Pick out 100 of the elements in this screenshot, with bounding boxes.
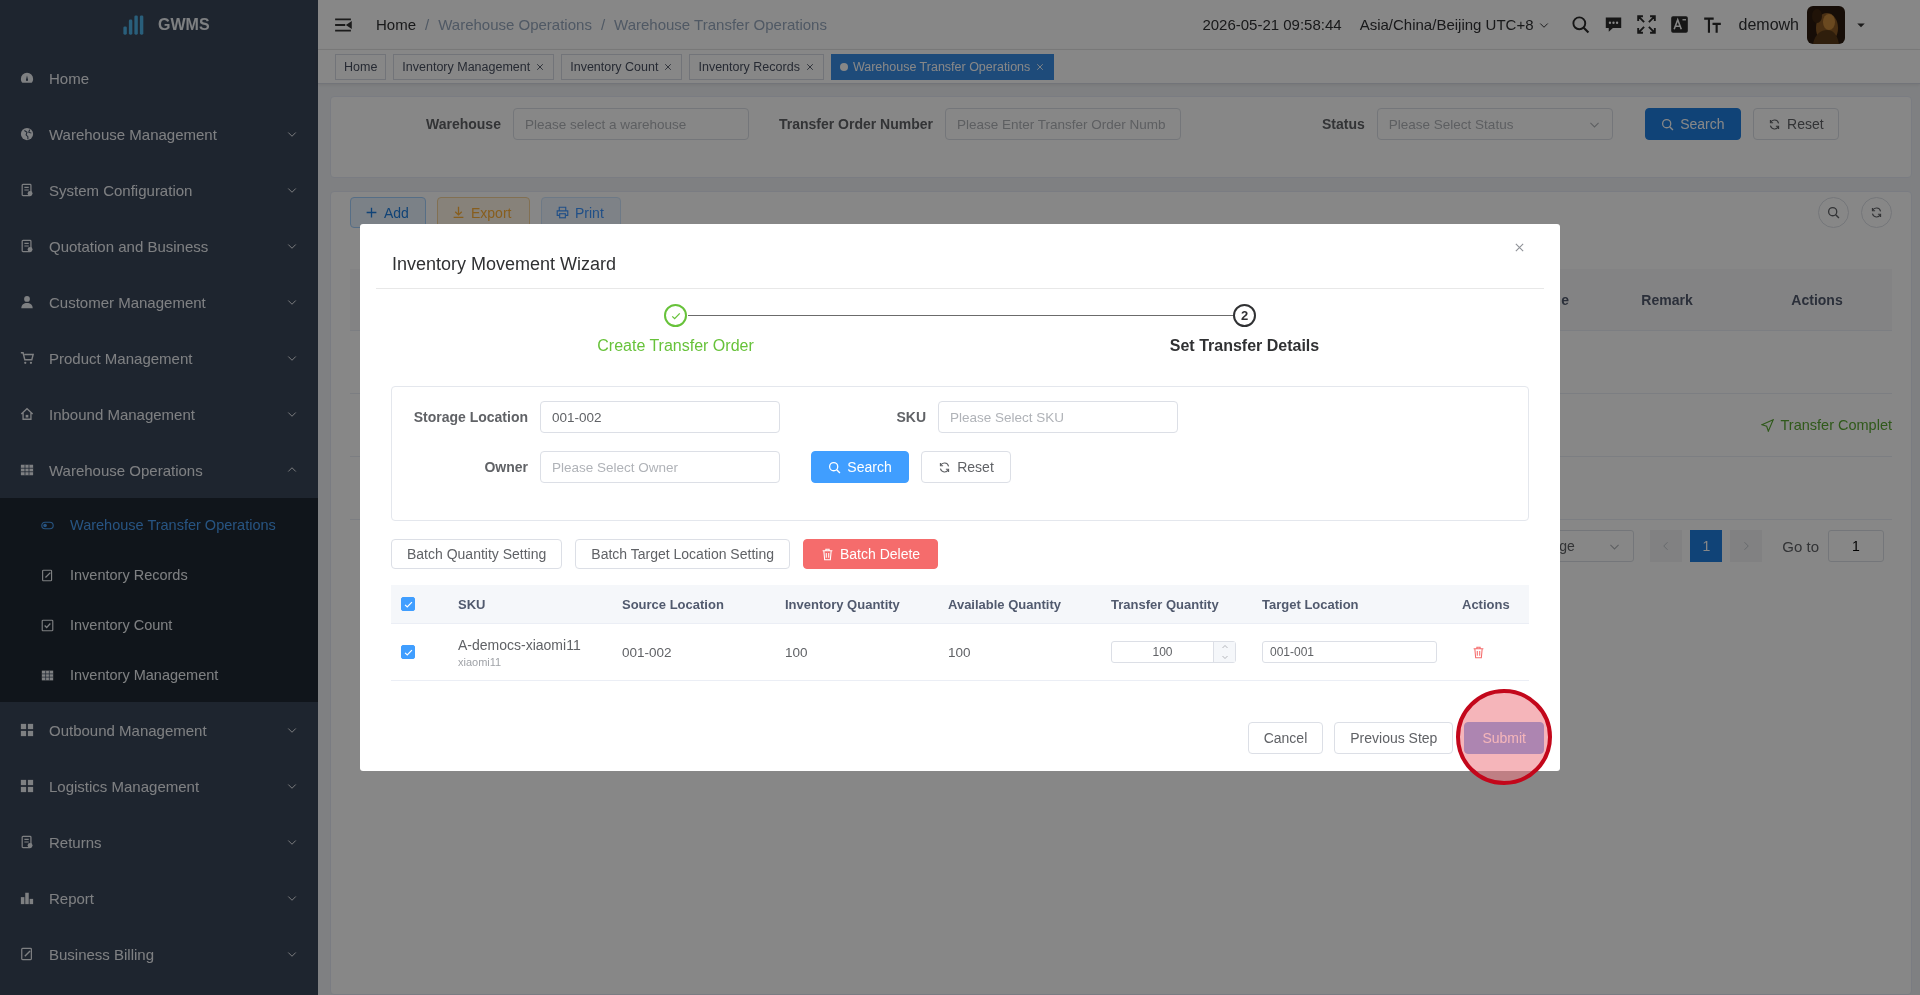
sidebar-item[interactable]: Business Billing xyxy=(0,926,318,982)
app-logo-text: GWMS xyxy=(158,16,210,34)
chat-icon[interactable] xyxy=(1603,15,1623,34)
field-label: Owner xyxy=(483,459,528,475)
document-icon xyxy=(20,183,34,197)
page-tab[interactable]: Home xyxy=(335,53,387,80)
close-icon[interactable] xyxy=(535,61,546,72)
user-name[interactable]: demowh xyxy=(1738,15,1799,34)
sidebar-item-label: System Configuration xyxy=(49,181,194,199)
sidebar-item[interactable]: Warehouse Operations xyxy=(0,442,318,498)
input-field[interactable]: Please Select Owner xyxy=(540,451,780,483)
sidebar-item[interactable]: Quotation and Business xyxy=(0,218,318,274)
edit-icon xyxy=(20,947,34,961)
submenu-item-label: Warehouse Transfer Operations xyxy=(70,517,276,533)
trash-icon xyxy=(820,547,834,561)
step-number: 2 xyxy=(1233,304,1256,327)
sidebar-item[interactable]: Report xyxy=(0,870,318,926)
checkbox[interactable] xyxy=(401,645,415,659)
refresh-icon xyxy=(938,460,952,474)
globe-icon xyxy=(20,127,34,141)
page-number[interactable]: 1 xyxy=(1690,530,1723,562)
search-icon[interactable] xyxy=(1570,15,1590,34)
field-label: SKU xyxy=(895,409,926,425)
page-tab[interactable]: Inventory Management xyxy=(393,53,555,80)
dialog-title: Inventory Movement Wizard xyxy=(392,253,617,276)
house-icon xyxy=(20,407,34,421)
printer-icon xyxy=(556,206,569,219)
table-cell-text: 100 xyxy=(784,644,809,660)
table-cell-text: 100 xyxy=(947,644,972,660)
submenu-item[interactable]: Warehouse Transfer Operations xyxy=(0,500,318,550)
refresh-icon xyxy=(1870,206,1883,219)
batch-button[interactable]: Batch Target Location Setting xyxy=(575,539,790,569)
submenu-item[interactable]: Inventory Count xyxy=(0,600,318,650)
timezone-dropdown[interactable]: Asia/China/Beijing UTC+8 xyxy=(1359,16,1550,33)
send-icon xyxy=(1760,418,1774,432)
checkbox[interactable] xyxy=(401,597,415,611)
column-header: Actions xyxy=(1791,291,1843,308)
reset-button[interactable]: Reset xyxy=(921,451,1011,483)
dialog-button[interactable]: Previous Step xyxy=(1334,722,1454,754)
submenu-item-label: Inventory Count xyxy=(70,617,173,633)
logo-icon xyxy=(122,14,144,36)
sidebar-item-label: Product Management xyxy=(49,349,194,367)
close-icon[interactable] xyxy=(1035,61,1046,72)
refresh-icon xyxy=(1768,117,1781,131)
column-header: Remark xyxy=(1641,291,1693,308)
refresh-button[interactable] xyxy=(1861,197,1892,228)
submenu-item[interactable]: Inventory Management xyxy=(0,650,318,700)
sidebar-item-label: Report xyxy=(49,889,96,907)
page-tab[interactable]: Warehouse Transfer Operations xyxy=(830,53,1055,80)
column-header: Source Location xyxy=(621,596,725,612)
sidebar-item[interactable]: Outbound Management xyxy=(0,702,318,758)
cart-icon xyxy=(20,351,34,365)
search-button[interactable]: Search xyxy=(811,451,909,483)
sidebar-item-label: Logistics Management xyxy=(49,777,201,795)
input-field[interactable]: 001-002 xyxy=(540,401,780,433)
sidebar-item-label: Warehouse Operations xyxy=(49,461,204,479)
page-input[interactable]: 1 xyxy=(1828,530,1884,562)
grid-icon xyxy=(20,723,34,737)
menu-icon[interactable] xyxy=(334,15,352,34)
close-icon[interactable] xyxy=(663,61,674,72)
search-button[interactable] xyxy=(1818,197,1849,228)
page-tab[interactable]: Inventory Records xyxy=(689,53,824,80)
sidebar-item[interactable]: Home xyxy=(0,50,318,106)
dashboard-icon xyxy=(20,71,34,85)
font-size-icon[interactable] xyxy=(1702,15,1722,34)
sidebar-item[interactable]: System Configuration xyxy=(0,162,318,218)
sidebar-item[interactable]: Customer Management xyxy=(0,274,318,330)
dot-icon xyxy=(839,62,848,71)
input-field[interactable]: 001-001 xyxy=(1262,641,1437,663)
field-label: Warehouse xyxy=(426,116,501,132)
translate-icon[interactable] xyxy=(1669,15,1689,34)
sidebar-item[interactable]: Inbound Management xyxy=(0,386,318,442)
user-icon xyxy=(20,295,34,309)
page-tab[interactable]: Inventory Count xyxy=(561,53,683,80)
search-button[interactable]: Search xyxy=(1644,108,1741,140)
reset-button[interactable]: Reset xyxy=(1752,108,1839,140)
breadcrumb-separator: / xyxy=(600,16,606,33)
column-header: Actions xyxy=(1461,596,1511,612)
fullscreen-icon[interactable] xyxy=(1636,15,1656,34)
sidebar-item[interactable]: Returns xyxy=(0,814,318,870)
delete-icon[interactable] xyxy=(1472,645,1485,659)
batch-delete-button[interactable]: Batch Delete xyxy=(802,539,939,569)
dialog-button[interactable]: Cancel xyxy=(1247,722,1324,754)
close-icon[interactable] xyxy=(804,61,815,72)
submenu-item-label: Inventory Records xyxy=(70,567,188,583)
transfer-complete-link[interactable]: Transfer Complet xyxy=(1760,417,1892,433)
sidebar-item[interactable]: Warehouse Management xyxy=(0,106,318,162)
breadcrumb-link[interactable]: Home xyxy=(376,16,416,33)
sidebar-item-label: Warehouse Management xyxy=(49,125,218,143)
sidebar-item-label: Business Billing xyxy=(49,945,156,963)
close-icon[interactable] xyxy=(1513,241,1526,254)
input-field[interactable]: Please Select SKU xyxy=(938,401,1178,433)
sidebar-item-label: Quotation and Business xyxy=(49,237,210,255)
search-icon xyxy=(1661,117,1675,131)
sidebar-item[interactable]: Logistics Management xyxy=(0,758,318,814)
sidebar-item[interactable]: Product Management xyxy=(0,330,318,386)
column-header: Transfer Quantity xyxy=(1110,596,1220,612)
field-label: Storage Location xyxy=(412,409,528,425)
submenu-item[interactable]: Inventory Records xyxy=(0,550,318,600)
batch-button[interactable]: Batch Quantity Setting xyxy=(391,539,563,569)
